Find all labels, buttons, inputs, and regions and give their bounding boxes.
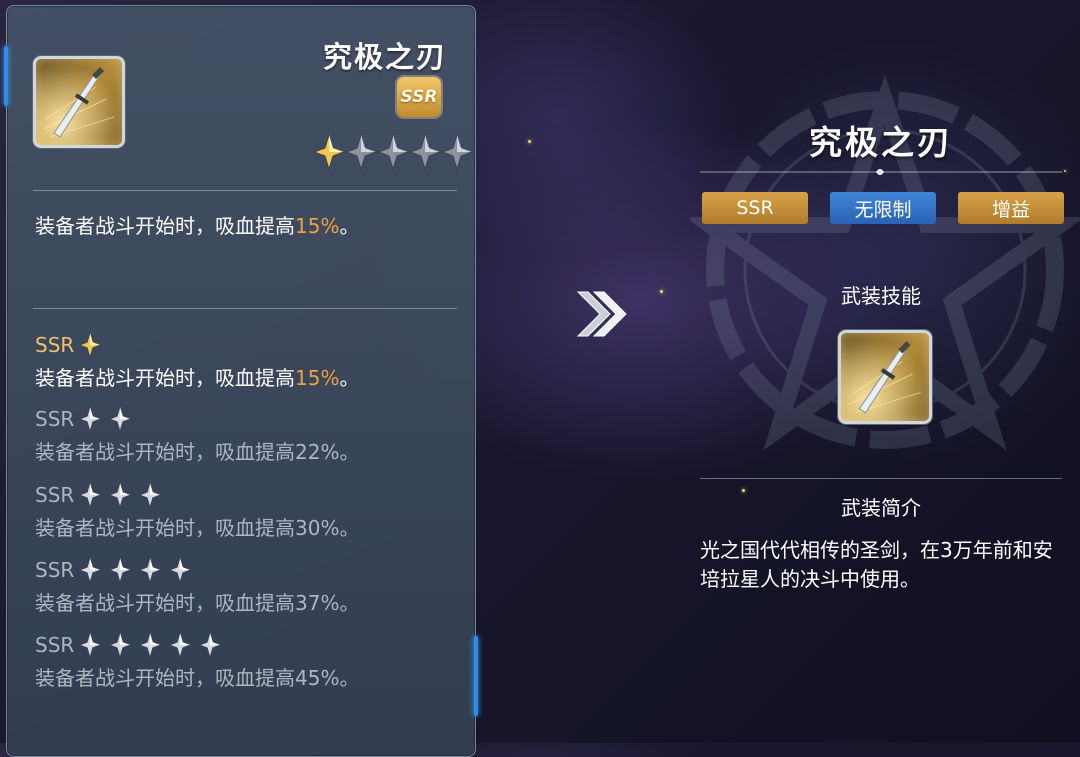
star-icon xyxy=(139,632,162,658)
level-header: SSR xyxy=(35,482,162,508)
equipment-title: 究极之刃 xyxy=(809,123,953,162)
item-icon[interactable] xyxy=(33,56,125,148)
level-stars xyxy=(78,482,162,508)
level-effect-text: 装备者战斗开始时，吸血提高30%。 xyxy=(35,516,360,540)
level-effect-text: 装备者战斗开始时，吸血提高37%。 xyxy=(35,591,360,615)
pentagram-emblem-icon xyxy=(690,74,1080,451)
star-icon xyxy=(441,132,473,172)
sparkle xyxy=(660,290,663,293)
level-effect-text: 装备者战斗开始时，吸血提高22%。 xyxy=(35,440,360,464)
star-icon xyxy=(79,482,102,508)
level-header: SSR xyxy=(35,632,222,658)
star-icon xyxy=(109,482,132,508)
title-divider xyxy=(700,169,1062,175)
level-header: SSR xyxy=(35,406,132,432)
star-icon xyxy=(345,132,377,172)
double-chevron-right-icon xyxy=(576,291,627,337)
current-effect-text: 装备者战斗开始时，吸血提高15%。 xyxy=(35,214,360,238)
star-icon xyxy=(377,132,409,172)
level-rarity-label: SSR xyxy=(35,558,75,582)
item-title: 究极之刃 xyxy=(322,40,447,74)
skill-heading: 武装技能 xyxy=(841,284,921,308)
item-detail-panel: 究极之刃 SSR 装备者战斗开始时，吸血提高15%。 SSR 装备者战斗开始时，吸… xyxy=(4,5,478,757)
star-icon xyxy=(313,132,345,172)
sword-icon xyxy=(36,59,122,145)
type-tag: 增益 xyxy=(958,192,1064,224)
star-icon xyxy=(109,632,132,658)
star-icon xyxy=(79,632,102,658)
level-rarity-label: SSR xyxy=(35,483,75,507)
divider xyxy=(33,308,457,309)
star-icon xyxy=(169,632,192,658)
panel-edge-accent xyxy=(4,46,8,106)
intro-text: 光之国代代相传的圣剑，在3万年前和安培拉星人的决斗中使用。 xyxy=(700,538,1053,591)
star-icon xyxy=(109,557,132,583)
panel-edge-accent xyxy=(474,636,478,716)
rarity-tag: SSR xyxy=(702,192,808,224)
sword-icon xyxy=(841,333,929,421)
star-icon xyxy=(169,557,192,583)
star-icon xyxy=(79,332,102,358)
level-stars xyxy=(78,332,102,358)
star-icon xyxy=(109,406,132,432)
level-rarity-label: SSR xyxy=(35,333,75,357)
star-icon xyxy=(79,406,102,432)
level-effect-text: 装备者战斗开始时，吸血提高45%。 xyxy=(35,666,360,690)
skill-icon[interactable] xyxy=(838,330,932,424)
divider xyxy=(33,190,457,191)
star-icon xyxy=(199,632,222,658)
intro-heading: 武装简介 xyxy=(841,496,921,520)
divider xyxy=(700,478,1062,479)
level-rarity-label: SSR xyxy=(35,407,75,431)
rarity-badge: SSR xyxy=(397,77,441,117)
level-header: SSR xyxy=(35,332,102,358)
star-rating xyxy=(313,132,473,172)
sparkle xyxy=(528,140,531,143)
level-stars xyxy=(78,632,222,658)
star-icon xyxy=(139,482,162,508)
restriction-tag: 无限制 xyxy=(830,192,936,224)
level-stars xyxy=(78,406,132,432)
level-rarity-label: SSR xyxy=(35,633,75,657)
star-icon xyxy=(139,557,162,583)
level-header: SSR xyxy=(35,557,192,583)
star-icon xyxy=(79,557,102,583)
star-icon xyxy=(409,132,441,172)
level-effect-text: 装备者战斗开始时，吸血提高15%。 xyxy=(35,366,360,390)
level-stars xyxy=(78,557,192,583)
